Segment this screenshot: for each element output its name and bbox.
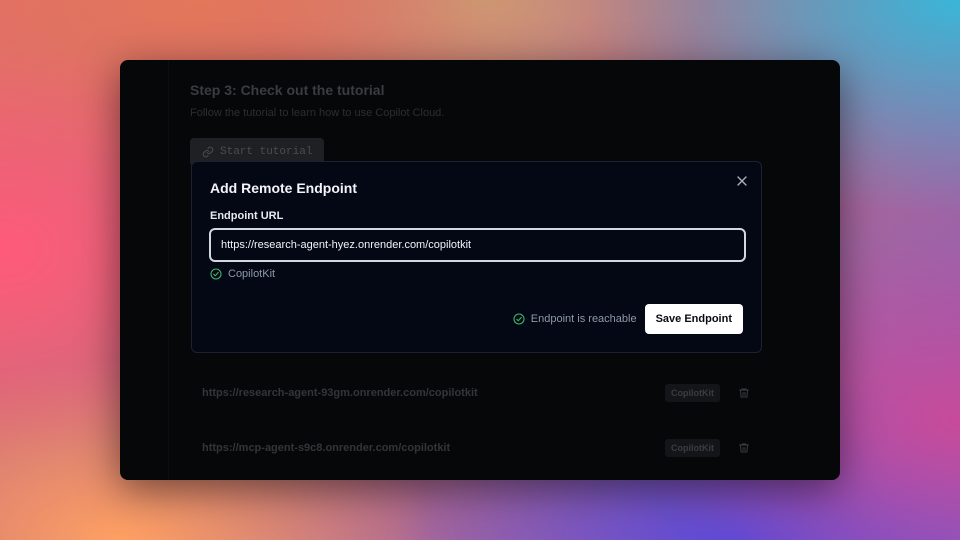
endpoint-url-input[interactable] — [209, 228, 746, 262]
close-button[interactable] — [735, 174, 749, 188]
link-icon — [202, 146, 214, 158]
step-description: Follow the tutorial to learn how to use … — [190, 107, 445, 119]
endpoint-url-label: Endpoint URL — [210, 210, 284, 222]
endpoint-tag: CopilotKit — [665, 439, 720, 457]
dialog-title: Add Remote Endpoint — [210, 180, 357, 196]
trash-icon[interactable] — [738, 442, 750, 454]
endpoint-row: https://mcp-agent-s9c8.onrender.com/copi… — [190, 428, 750, 468]
start-tutorial-label: Start tutorial — [220, 146, 313, 158]
divider — [168, 60, 169, 480]
check-circle-icon — [210, 268, 222, 280]
trash-icon[interactable] — [738, 387, 750, 399]
check-circle-icon — [513, 313, 525, 325]
app-window: Step 3: Check out the tutorial Follow th… — [120, 60, 840, 480]
endpoint-url: https://mcp-agent-s9c8.onrender.com/copi… — [202, 442, 451, 454]
endpoint-tag: CopilotKit — [665, 384, 720, 402]
reachability-status-text: Endpoint is reachable — [530, 313, 637, 325]
endpoint-row: https://research-agent-93gm.onrender.com… — [190, 373, 750, 413]
add-endpoint-dialog: Add Remote Endpoint Endpoint URL Copilot… — [191, 161, 762, 353]
detected-type: CopilotKit — [210, 268, 275, 280]
step-title: Step 3: Check out the tutorial — [190, 82, 385, 98]
detected-type-label: CopilotKit — [228, 268, 276, 280]
close-icon — [737, 176, 747, 186]
endpoint-url: https://research-agent-93gm.onrender.com… — [202, 387, 478, 399]
dialog-footer: Endpoint is reachable Save Endpoint — [513, 304, 743, 334]
save-endpoint-button[interactable]: Save Endpoint — [644, 304, 743, 334]
reachability-status: Endpoint is reachable — [513, 313, 637, 325]
